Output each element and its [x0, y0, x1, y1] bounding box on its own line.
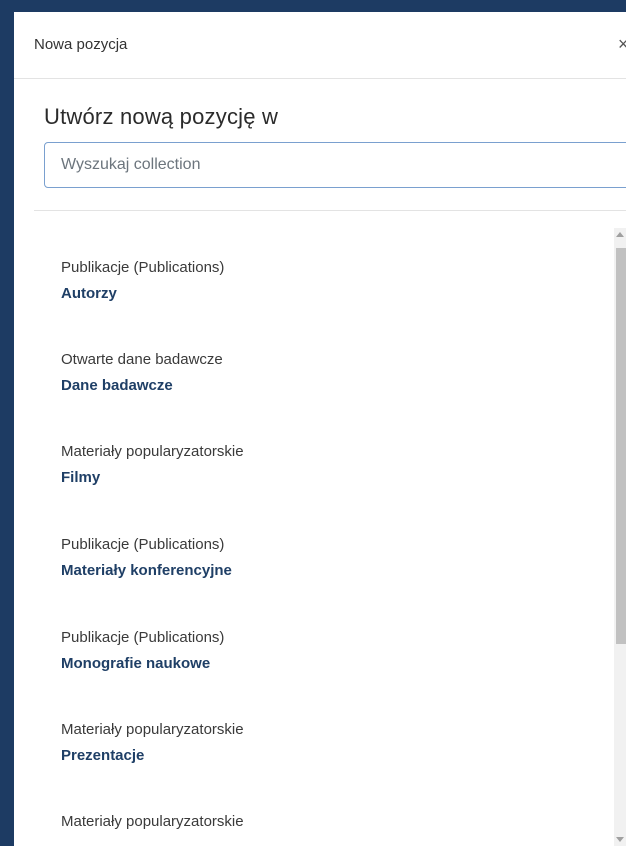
collection-item[interactable]: Publikacje (Publications) Autorzy	[61, 258, 581, 304]
collection-name: Dane badawcze	[61, 377, 173, 394]
dialog-header: Nowa pozycja ×	[14, 12, 626, 79]
collection-parent: Materiały popularyzatorskie	[61, 443, 244, 460]
collection-item[interactable]: Materiały popularyzatorskie	[61, 812, 581, 838]
collection-item[interactable]: Otwarte dane badawcze Dane badawcze	[61, 350, 581, 396]
collection-item[interactable]: Publikacje (Publications) Monografie nau…	[61, 628, 581, 674]
close-icon[interactable]: ×	[618, 34, 626, 55]
scrollbar-thumb[interactable]	[616, 248, 626, 644]
collection-list: Publikacje (Publications) Autorzy Otwart…	[14, 228, 626, 846]
collection-name: Monografie naukowe	[61, 655, 211, 672]
collection-parent: Publikacje (Publications)	[61, 536, 225, 553]
collection-parent: Otwarte dane badawcze	[61, 351, 223, 368]
dialog-title: Nowa pozycja	[34, 36, 128, 53]
new-item-dialog: Nowa pozycja × Utwórz nową pozycję w Pub…	[14, 12, 626, 846]
scroll-down-icon[interactable]	[616, 837, 624, 842]
collection-parent: Publikacje (Publications)	[61, 259, 225, 276]
section-heading: Utwórz nową pozycję w	[44, 104, 279, 129]
collection-name: Filmy	[61, 469, 101, 486]
collection-name: Prezentacje	[61, 747, 145, 764]
collection-search-input[interactable]	[44, 142, 626, 188]
collection-parent: Materiały popularyzatorskie	[61, 813, 244, 830]
collection-name: Autorzy	[61, 285, 117, 302]
collection-name: Materiały konferencyjne	[61, 562, 232, 579]
collection-parent: Materiały popularyzatorskie	[61, 721, 244, 738]
collection-item[interactable]: Materiały popularyzatorskie Filmy	[61, 442, 581, 488]
list-scrollbar[interactable]	[614, 228, 626, 846]
divider	[34, 210, 626, 211]
collection-item[interactable]: Publikacje (Publications) Materiały konf…	[61, 535, 581, 581]
scroll-up-icon[interactable]	[616, 232, 624, 237]
collection-item[interactable]: Materiały popularyzatorskie Prezentacje	[61, 720, 581, 766]
collection-parent: Publikacje (Publications)	[61, 629, 225, 646]
